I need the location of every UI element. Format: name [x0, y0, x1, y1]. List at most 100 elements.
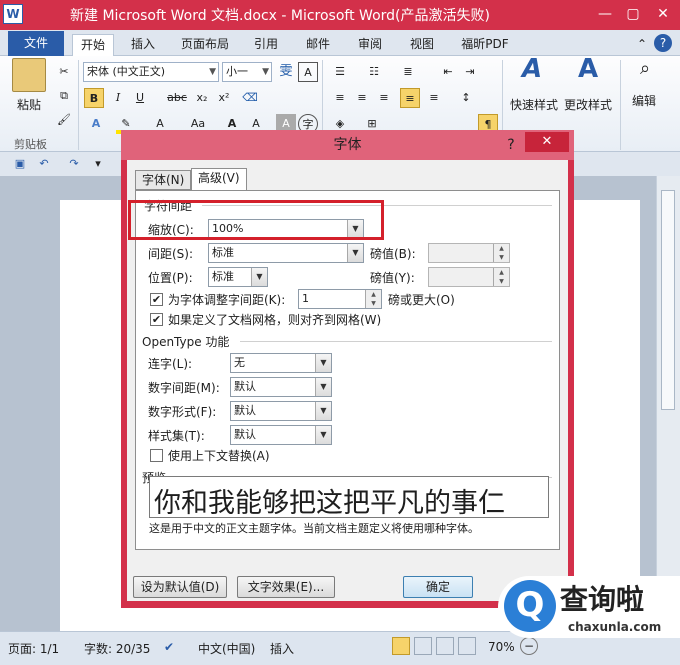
- word-count[interactable]: 字数: 20/35: [84, 640, 150, 657]
- numbering-icon[interactable]: ☷: [364, 62, 384, 82]
- phonetic-guide-icon[interactable]: 雯: [276, 62, 296, 82]
- change-styles-icon[interactable]: A: [570, 56, 606, 94]
- help-icon[interactable]: ?: [654, 34, 672, 52]
- chevron-down-icon[interactable]: ▼: [315, 402, 331, 420]
- redo-icon[interactable]: ↷: [64, 154, 84, 174]
- tab-advanced[interactable]: 高级(V): [191, 168, 247, 190]
- chevron-down-icon[interactable]: ▼: [251, 268, 267, 286]
- align-left-icon[interactable]: ≡: [330, 88, 350, 108]
- scrollbar-thumb[interactable]: [661, 190, 675, 410]
- chevron-down-icon[interactable]: ▼: [315, 378, 331, 396]
- bold-button[interactable]: B: [84, 88, 104, 108]
- dialog-close-icon[interactable]: ✕: [525, 132, 569, 152]
- multilevel-list-icon[interactable]: ≣: [398, 62, 418, 82]
- tab-insert[interactable]: 插入: [122, 34, 164, 56]
- tab-references[interactable]: 引用: [246, 34, 286, 56]
- position-points-input[interactable]: ▲ ▼: [428, 267, 510, 287]
- spacing-points-input[interactable]: ▲ ▼: [428, 243, 510, 263]
- italic-button[interactable]: I: [108, 88, 128, 108]
- chevron-down-icon[interactable]: ▼: [209, 63, 216, 81]
- tab-file[interactable]: 文件: [8, 31, 64, 56]
- ligatures-select[interactable]: 无 ▼: [230, 353, 332, 373]
- increase-indent-icon[interactable]: ⇥: [460, 62, 480, 82]
- language-status[interactable]: 中文(中国): [198, 640, 255, 657]
- spinner-icon[interactable]: ▲ ▼: [365, 290, 381, 308]
- contextual-alternates-checkbox[interactable]: [150, 449, 163, 462]
- word-app-icon[interactable]: W: [3, 4, 23, 24]
- subscript-button[interactable]: x₂: [192, 88, 212, 108]
- tab-view[interactable]: 视图: [402, 34, 442, 56]
- chevron-down-icon[interactable]: ▼: [262, 63, 269, 81]
- spinner-icon[interactable]: ▲ ▼: [493, 244, 509, 262]
- cut-icon[interactable]: ✂: [54, 62, 74, 82]
- number-forms-select[interactable]: 默认 ▼: [230, 401, 332, 421]
- align-right-icon[interactable]: ≡: [374, 88, 394, 108]
- insert-mode[interactable]: 插入: [270, 640, 294, 657]
- kerning-checkbox[interactable]: ✔: [150, 293, 163, 306]
- text-effects-button[interactable]: 文字效果(E)...: [237, 576, 335, 598]
- clear-format-icon[interactable]: ⌫: [240, 88, 260, 108]
- distributed-icon[interactable]: ≡: [424, 88, 444, 108]
- justify-icon[interactable]: ≡: [400, 88, 420, 108]
- ribbon-minimize-icon[interactable]: ⌃: [632, 34, 652, 56]
- minimize-icon[interactable]: —: [592, 3, 618, 25]
- style-sets-select[interactable]: 默认 ▼: [230, 425, 332, 445]
- snap-to-grid-checkbox[interactable]: ✔: [150, 313, 163, 326]
- full-screen-icon[interactable]: [414, 637, 432, 655]
- tab-review[interactable]: 审阅: [350, 34, 390, 56]
- strikethrough-button[interactable]: abc: [164, 88, 190, 108]
- dialog-help-icon[interactable]: ?: [499, 134, 523, 156]
- change-styles-button[interactable]: 更改样式: [560, 96, 616, 114]
- superscript-button[interactable]: x²: [214, 88, 234, 108]
- chevron-down-icon[interactable]: ▼: [315, 354, 331, 372]
- decrease-indent-icon[interactable]: ⇤: [438, 62, 458, 82]
- zoom-out-icon[interactable]: −: [520, 637, 538, 655]
- quick-styles-icon[interactable]: A: [514, 56, 550, 94]
- outline-icon[interactable]: [458, 637, 476, 655]
- ok-button[interactable]: 确定: [403, 576, 473, 598]
- copy-icon[interactable]: ⧉: [54, 86, 74, 106]
- position-select[interactable]: 标准 ▼: [208, 267, 268, 287]
- customize-qat-icon[interactable]: ▾: [88, 154, 108, 174]
- font-name-combo[interactable]: 宋体 (中文正文) ▼: [83, 62, 219, 82]
- format-painter-icon[interactable]: 🖌: [54, 110, 74, 130]
- web-layout-icon[interactable]: [436, 637, 454, 655]
- preview-box: 你和我能够把这把平凡的事仁: [149, 476, 549, 518]
- number-spacing-select[interactable]: 默认 ▼: [230, 377, 332, 397]
- undo-icon[interactable]: ↶: [34, 154, 54, 174]
- snap-to-grid-label: 如果定义了文档网格，则对齐到网格(W): [168, 313, 382, 327]
- save-icon[interactable]: ▣: [10, 154, 30, 174]
- chevron-down-icon[interactable]: ▼: [315, 426, 331, 444]
- page-count[interactable]: 页面: 1/1: [8, 640, 59, 657]
- paste-button[interactable]: 粘贴: [8, 96, 50, 114]
- proofing-icon[interactable]: ✔: [164, 640, 174, 654]
- paste-clipboard-icon[interactable]: [12, 58, 46, 92]
- print-layout-icon[interactable]: [392, 637, 410, 655]
- spinner-icon[interactable]: ▲ ▼: [493, 268, 509, 286]
- chevron-down-icon[interactable]: ▼: [347, 244, 363, 262]
- vertical-scrollbar[interactable]: [656, 176, 680, 631]
- set-default-button[interactable]: 设为默认值(D): [133, 576, 227, 598]
- kerning-value: 1: [302, 292, 309, 305]
- zoom-level[interactable]: 70%: [488, 640, 515, 654]
- tab-foxit-pdf[interactable]: 福昕PDF: [452, 34, 518, 56]
- underline-button[interactable]: U: [130, 88, 150, 108]
- font-size-combo[interactable]: 小一 ▼: [222, 62, 272, 82]
- restore-icon[interactable]: ▢: [620, 3, 646, 25]
- char-border-icon[interactable]: A: [298, 62, 318, 82]
- close-icon[interactable]: ✕: [650, 3, 676, 25]
- spacing-select[interactable]: 标准 ▼: [208, 243, 364, 263]
- quick-styles-button[interactable]: 快速样式: [506, 96, 562, 114]
- bullets-icon[interactable]: ☰: [330, 62, 350, 82]
- tab-home[interactable]: 开始: [72, 34, 114, 56]
- kerning-input[interactable]: 1 ▲ ▼: [298, 289, 382, 309]
- tab-mailings[interactable]: 邮件: [298, 34, 338, 56]
- text-effects-icon[interactable]: A: [86, 114, 106, 134]
- line-spacing-icon[interactable]: ↕: [456, 88, 476, 108]
- editing-button[interactable]: 编辑: [624, 92, 664, 110]
- align-center-icon[interactable]: ≡: [352, 88, 372, 108]
- tab-font[interactable]: 字体(N): [135, 170, 192, 190]
- kerning-suffix: 磅或更大(O): [388, 293, 455, 307]
- tab-page-layout[interactable]: 页面布局: [172, 34, 238, 56]
- find-binoculars-icon[interactable]: ⌕: [628, 60, 662, 90]
